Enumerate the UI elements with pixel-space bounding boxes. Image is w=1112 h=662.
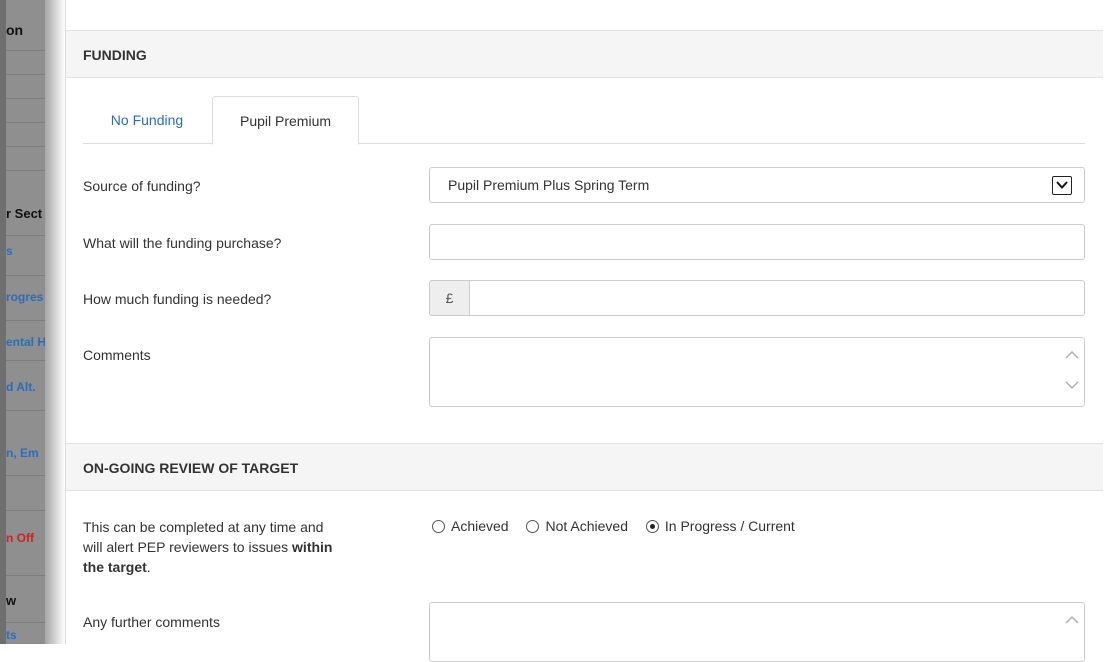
- sidebar-item[interactable]: w: [6, 593, 45, 608]
- sidebar-divider: [6, 98, 45, 99]
- radio-label: In Progress / Current: [664, 518, 795, 534]
- help-text-bold-1: within: [292, 539, 333, 555]
- sidebar-divider: [6, 74, 45, 75]
- sidebar-item[interactable]: rogres: [6, 290, 45, 304]
- sidebar-divider: [6, 320, 45, 321]
- sidebar-item[interactable]: r Sect: [6, 206, 45, 221]
- radio-in-progress[interactable]: In Progress / Current: [645, 518, 795, 534]
- further-comments-label: Any further comments: [83, 614, 220, 630]
- sidebar-item[interactable]: ts: [6, 628, 45, 642]
- comments-label: Comments: [83, 347, 151, 363]
- scroll-up-icon[interactable]: [1064, 350, 1082, 360]
- help-text-line-1: This can be completed at any time and: [83, 519, 324, 535]
- funding-section-title: FUNDING: [83, 47, 147, 63]
- sidebar-divider: [6, 622, 45, 623]
- modal-shadow: [45, 0, 65, 644]
- funding-form-panel: FUNDING No Funding Pupil Premium Source …: [65, 0, 1103, 662]
- sidebar-item[interactable]: n, Em: [6, 446, 45, 460]
- sidebar-divider: [6, 410, 45, 411]
- funding-purchase-input[interactable]: [429, 224, 1085, 260]
- funding-tabs: No Funding Pupil Premium: [83, 96, 1085, 145]
- funding-amount-group: £: [429, 280, 1085, 316]
- source-of-funding-label: Source of funding?: [83, 178, 201, 194]
- help-text-line-2: will alert PEP reviewers to issues: [83, 539, 293, 555]
- sidebar-item[interactable]: s: [6, 244, 45, 258]
- sidebar-divider: [6, 122, 45, 123]
- sidebar-divider: [6, 475, 45, 476]
- sidebar-divider: [6, 510, 45, 511]
- sidebar-item[interactable]: on: [6, 22, 45, 38]
- sidebar-edge: [0, 0, 6, 644]
- sidebar-item[interactable]: n Off: [6, 531, 45, 545]
- currency-addon: £: [429, 280, 470, 316]
- sidebar-divider: [6, 575, 45, 576]
- radio-label: Not Achieved: [545, 518, 628, 534]
- review-section-title: ON-GOING REVIEW OF TARGET: [83, 460, 299, 476]
- review-help-text: This can be completed at any time and wi…: [83, 517, 393, 577]
- review-status-radio-group: Achieved Not Achieved In Progress / Curr…: [432, 518, 809, 534]
- scroll-up-icon[interactable]: [1064, 615, 1082, 625]
- help-text-end: .: [146, 559, 151, 575]
- sidebar-divider: [6, 146, 45, 147]
- funding-purchase-label: What will the funding purchase?: [83, 235, 282, 251]
- radio-label: Achieved: [451, 518, 509, 534]
- radio-circle-icon[interactable]: [526, 520, 540, 533]
- sidebar-divider: [6, 50, 45, 51]
- tab-pupil-premium[interactable]: Pupil Premium: [212, 96, 359, 145]
- funding-section-header: FUNDING: [66, 30, 1103, 78]
- chevron-down-icon[interactable]: [1052, 176, 1072, 195]
- funding-amount-label: How much funding is needed?: [83, 291, 272, 307]
- radio-achieved[interactable]: Achieved: [432, 518, 509, 534]
- sidebar-divider: [6, 275, 45, 276]
- source-of-funding-select[interactable]: Pupil Premium Plus Spring Term: [429, 167, 1085, 203]
- funding-amount-input[interactable]: [469, 280, 1085, 316]
- sidebar-item[interactable]: ental H: [6, 335, 45, 349]
- tab-no-funding[interactable]: No Funding: [83, 96, 211, 144]
- sidebar-divider: [6, 360, 45, 361]
- sidebar-divider: [6, 170, 45, 171]
- scroll-down-icon[interactable]: [1064, 380, 1082, 390]
- source-of-funding-value: Pupil Premium Plus Spring Term: [448, 177, 650, 193]
- sidebar-divider: [6, 235, 45, 236]
- further-comments-textarea[interactable]: [429, 602, 1085, 662]
- radio-circle-icon[interactable]: [432, 520, 445, 533]
- sidebar-item[interactable]: d Alt.: [6, 380, 45, 394]
- help-text-bold-2: the target: [83, 559, 147, 575]
- background-sidebar: on r Sect s rogres ental H d Alt. n, Em …: [0, 0, 45, 644]
- radio-checked-icon[interactable]: [645, 520, 659, 533]
- radio-not-achieved[interactable]: Not Achieved: [526, 518, 628, 534]
- comments-textarea[interactable]: [429, 337, 1085, 407]
- review-section-header: ON-GOING REVIEW OF TARGET: [66, 443, 1103, 491]
